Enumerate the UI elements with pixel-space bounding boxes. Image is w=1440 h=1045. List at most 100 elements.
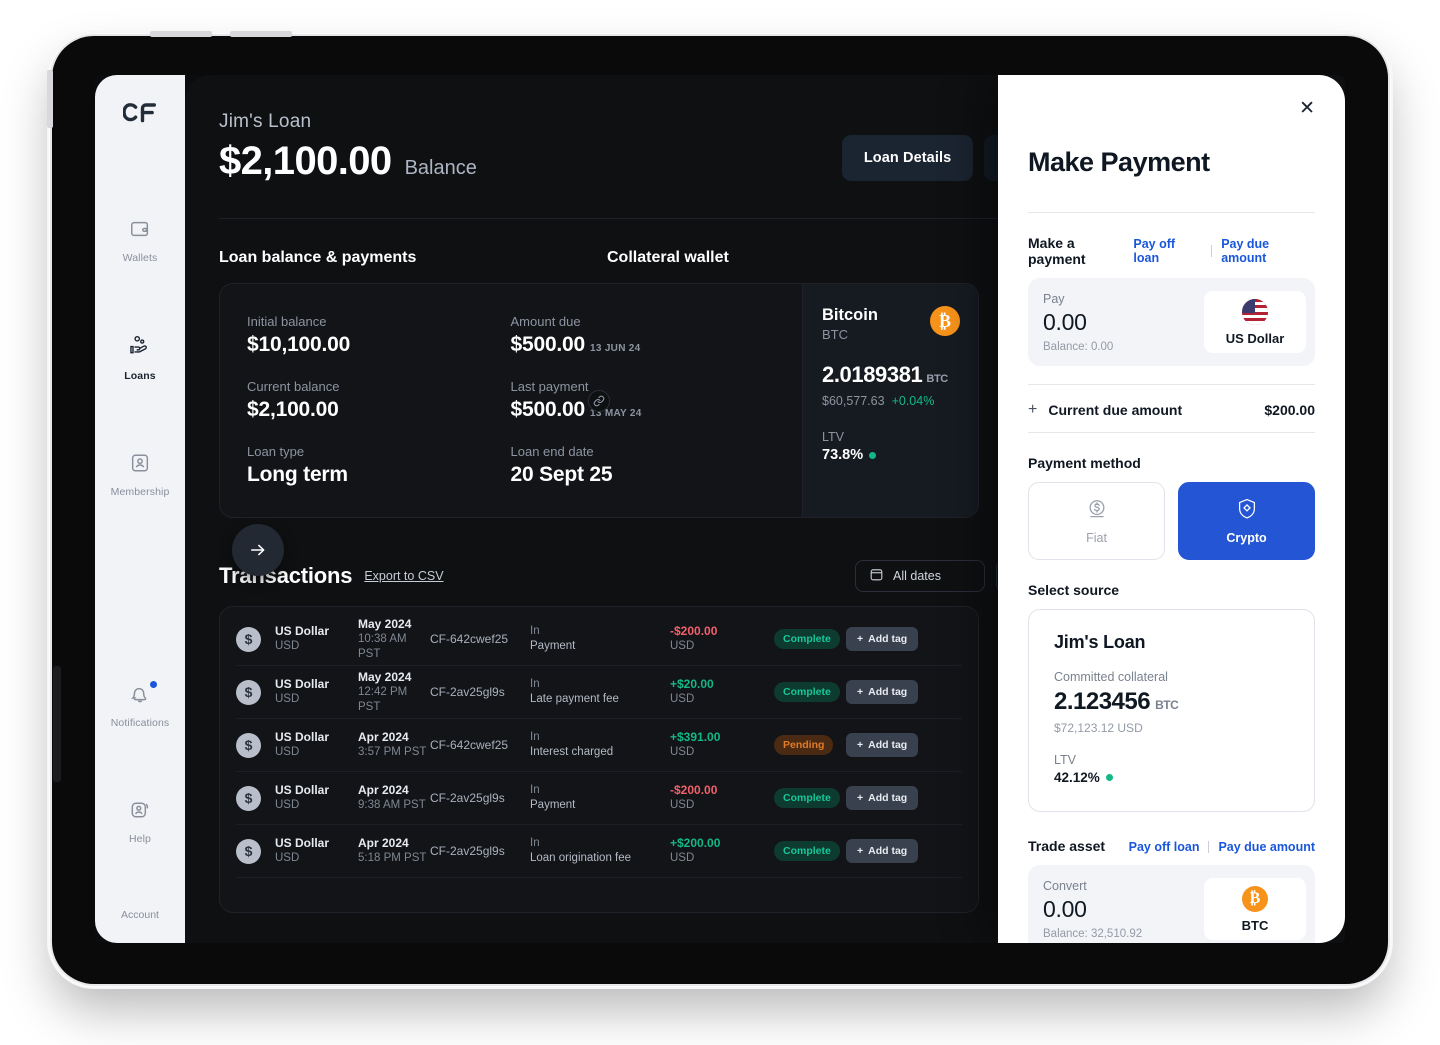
make-a-payment-header: Make a payment Pay off loan Pay due amou… bbox=[1028, 235, 1315, 267]
detail-value-date: 13 JUN 24 bbox=[590, 343, 641, 354]
loan-name: Jim's Loan bbox=[219, 111, 312, 132]
payment-method-fiat[interactable]: Fiat bbox=[1028, 482, 1165, 560]
bell-icon bbox=[129, 683, 151, 710]
collateral-ltv-text: 73.8% bbox=[822, 447, 864, 463]
tx-date: May 2024 bbox=[358, 669, 412, 684]
add-tag-button[interactable]: + Add tag bbox=[846, 680, 919, 704]
drawer-scroll-area[interactable]: Make Payment Make a payment Pay off loan… bbox=[998, 75, 1345, 943]
export-to-csv-link[interactable]: Export to CSV bbox=[364, 569, 443, 583]
pay-asset-selector[interactable]: US Dollar bbox=[1204, 291, 1306, 353]
close-icon[interactable]: ✕ bbox=[1295, 95, 1319, 122]
detail-value: $500.00 13 MAY 24 bbox=[511, 398, 775, 422]
payment-method-options: Fiat Crypto bbox=[1028, 482, 1315, 560]
add-tag-label: Add tag bbox=[868, 686, 908, 698]
coin-change: +0.04% bbox=[891, 394, 935, 408]
committed-collateral-amount: 2.123456 BTC bbox=[1054, 688, 1289, 716]
loans-hand-icon bbox=[128, 334, 152, 363]
source-ltv-label: LTV bbox=[1054, 753, 1076, 767]
add-tag-button[interactable]: + Add tag bbox=[846, 627, 919, 651]
convert-amount-input[interactable]: 0.00 bbox=[1043, 896, 1142, 923]
power-button[interactable] bbox=[47, 70, 53, 128]
add-tag-button[interactable]: + Add tag bbox=[846, 733, 919, 757]
membership-card-icon bbox=[129, 452, 151, 479]
sidebar-item-wallets[interactable]: Wallets bbox=[95, 208, 185, 274]
loan-details-button[interactable]: Loan Details bbox=[841, 135, 974, 181]
add-tag-button[interactable]: + Add tag bbox=[846, 839, 919, 863]
table-row[interactable]: $ US Dollar USD Apr 2024 9:38 AM PST CF-2av25… bbox=[236, 772, 962, 825]
quick-link-divider bbox=[1208, 841, 1210, 853]
tx-type: Late payment fee bbox=[530, 693, 619, 705]
sidebar-account-label[interactable]: Account bbox=[121, 909, 159, 921]
payment-method-crypto[interactable]: Crypto bbox=[1178, 482, 1315, 560]
sidebar-item-label: Loans bbox=[124, 370, 156, 382]
pay-amount-input[interactable]: 0.00 bbox=[1043, 309, 1113, 336]
add-tag-label: Add tag bbox=[868, 792, 908, 804]
source-ltv-value: 42.12% bbox=[1054, 770, 1289, 785]
asset-symbol: USD bbox=[275, 693, 300, 705]
cell-amount: +$20.00 USD bbox=[670, 677, 774, 707]
trade-pay-off-loan-link[interactable]: Pay off loan bbox=[1129, 840, 1200, 854]
current-due-row[interactable]: + Current due amount $200.00 bbox=[1028, 384, 1315, 433]
table-row[interactable]: $ US Dollar USD May 2024 12:42 PM PST CF-2av2… bbox=[236, 666, 962, 719]
cell-type: In Payment bbox=[530, 783, 670, 813]
convert-amount-card: Convert 0.00 Balance: 32,510.92 ₿ BTC bbox=[1028, 865, 1315, 943]
asset-name: US Dollar bbox=[275, 836, 330, 850]
pay-due-amount-link[interactable]: Pay due amount bbox=[1221, 237, 1315, 265]
cell-transaction-id: CF-642cwef25 bbox=[430, 632, 509, 646]
detail-value: Long term bbox=[247, 463, 511, 487]
detail-label: Last payment bbox=[510, 379, 589, 394]
asset-name: US Dollar bbox=[275, 624, 330, 638]
detail-label: Loan end date bbox=[510, 444, 594, 459]
asset-symbol: USD bbox=[275, 852, 300, 864]
convert-asset-selector[interactable]: ₿ BTC bbox=[1204, 878, 1306, 940]
tx-currency: USD bbox=[670, 746, 695, 758]
add-tag-label: Add tag bbox=[868, 845, 908, 857]
plus-icon: + bbox=[857, 633, 864, 645]
volume-down-button[interactable] bbox=[230, 31, 292, 37]
cell-status: Complete bbox=[774, 841, 846, 861]
add-tag-button[interactable]: + Add tag bbox=[846, 786, 919, 810]
collapse-sidebar-button[interactable] bbox=[232, 524, 284, 576]
detail-value-text: $10,100.00 bbox=[247, 333, 351, 356]
coin-header: Bitcoin BTC ₿ bbox=[822, 306, 960, 342]
trade-pay-due-amount-link[interactable]: Pay due amount bbox=[1218, 840, 1315, 854]
shield-diamond-icon bbox=[1235, 497, 1259, 524]
sidebar-item-notifications[interactable]: Notifications bbox=[95, 673, 185, 739]
pay-off-loan-link[interactable]: Pay off loan bbox=[1133, 237, 1202, 265]
cell-transaction-id: CF-2av25gl9s bbox=[430, 844, 505, 858]
table-row[interactable]: $ US Dollar USD Apr 2024 5:18 PM PST CF-2av25… bbox=[236, 825, 962, 878]
tx-currency: USD bbox=[670, 852, 695, 864]
detail-initial-balance: Initial balance $10,100.00 bbox=[247, 314, 511, 357]
loan-detail-grid: Initial balance $10,100.00 Amount due $5… bbox=[220, 284, 802, 517]
sidebar-item-loans[interactable]: Loans bbox=[95, 324, 185, 392]
cell-asset: US Dollar USD bbox=[275, 730, 358, 760]
tx-time: 3:57 PM PST bbox=[358, 746, 427, 758]
collateral-wallet-card: Bitcoin BTC ₿ 2.0189381 BTC $60,577.63 +0.… bbox=[802, 284, 978, 517]
coin-usd-row: $60,577.63 +0.04% bbox=[822, 394, 960, 408]
select-source-title: Select source bbox=[1028, 582, 1120, 598]
tx-direction: In bbox=[530, 731, 540, 743]
source-ltv-text: 42.12% bbox=[1054, 770, 1100, 785]
ltv-status-dot bbox=[869, 451, 877, 459]
asset-symbol: USD bbox=[275, 640, 300, 652]
date-filter[interactable]: All dates bbox=[855, 560, 985, 592]
status-badge: Complete bbox=[774, 788, 840, 808]
table-row[interactable]: $ US Dollar USD Apr 2024 3:57 PM PST CF-642cw… bbox=[236, 719, 962, 772]
tx-date: May 2024 bbox=[358, 616, 412, 631]
cf-logo-icon[interactable] bbox=[122, 103, 157, 132]
table-row[interactable]: $ US Dollar USD May 2024 10:38 AM PST CF-642c… bbox=[236, 613, 962, 666]
sidebar-item-membership[interactable]: Membership bbox=[95, 442, 185, 508]
tx-date: Apr 2024 bbox=[358, 730, 409, 744]
detail-label: Initial balance bbox=[247, 314, 327, 329]
sidebar-item-help[interactable]: Help bbox=[95, 789, 185, 855]
cell-asset: US Dollar USD bbox=[275, 836, 358, 866]
detail-loan-end-date: Loan end date 20 Sept 25 bbox=[511, 444, 775, 487]
bitcoin-icon: ₿ bbox=[930, 306, 960, 336]
plus-icon: + bbox=[1028, 401, 1038, 418]
volume-up-button[interactable] bbox=[150, 31, 212, 37]
us-flag-icon bbox=[1242, 298, 1268, 325]
asset-name: US Dollar bbox=[275, 783, 330, 797]
status-badge: Complete bbox=[774, 629, 840, 649]
source-card-jims-loan[interactable]: Jim's Loan Committed collateral 2.123456… bbox=[1028, 609, 1315, 812]
detail-label: Current balance bbox=[247, 379, 340, 394]
